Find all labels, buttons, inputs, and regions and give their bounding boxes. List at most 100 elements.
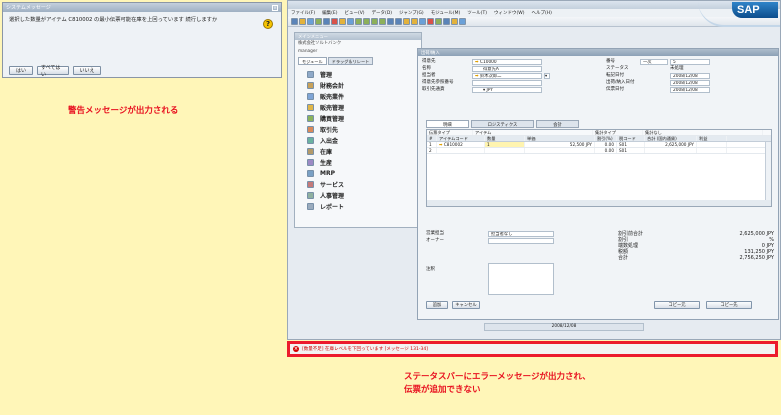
sap-logo: SAP	[732, 2, 778, 18]
module-list: 管理 財務会計 販売業件 販売管理 購買管理 取引先 入出金 在庫 生産 MRP…	[295, 66, 421, 215]
owner-field[interactable]	[488, 238, 554, 244]
link-arrow-icon: ➡	[475, 60, 479, 65]
copy-from-button[interactable]: コピー元	[654, 301, 700, 309]
tab-accounting[interactable]: 会計	[536, 120, 579, 128]
menu-item-tools[interactable]: ツール(T)	[467, 10, 487, 16]
menu-item-help[interactable]: ヘルプ(H)	[532, 10, 552, 16]
customer-field[interactable]: ➡ C10000	[472, 59, 542, 65]
tab-logistics[interactable]: ロジスティクス	[470, 120, 535, 128]
menu-item-goto[interactable]: ジャンプ(G)	[399, 10, 424, 16]
cancel-button[interactable]: キャンセル	[452, 301, 480, 309]
posting-date-field[interactable]: 2008/12/08	[670, 73, 710, 79]
table-row[interactable]: 2 0.00 S01	[427, 148, 771, 154]
last-record-icon[interactable]	[379, 18, 386, 25]
print-preview-icon[interactable]	[315, 18, 322, 25]
yes-button[interactable]: はい	[9, 66, 33, 75]
doc-number-field[interactable]: 5	[670, 59, 710, 65]
menu-item-view[interactable]: ビュー(V)	[344, 10, 364, 16]
horizontal-scrollbar[interactable]	[427, 200, 771, 206]
dialog-title: システムメッセージ	[6, 5, 51, 11]
module-reports[interactable]: レポート	[307, 201, 409, 212]
next-record-icon[interactable]	[371, 18, 378, 25]
sort-icon[interactable]	[395, 18, 402, 25]
add-icon[interactable]	[347, 18, 354, 25]
contact-dropdown-icon[interactable]: ▾	[544, 73, 550, 79]
error-callout-line1: ステータスバーにエラーメッセージが出力され、	[404, 371, 591, 381]
module-opportunities[interactable]: 販売業件	[307, 91, 409, 102]
find-icon[interactable]	[339, 18, 346, 25]
system-message-dialog: システムメッセージ × 選択した数量がアイテム C810002 の最小伝票可能在…	[2, 2, 282, 78]
module-banking[interactable]: 入出金	[307, 135, 409, 146]
module-service[interactable]: サービス	[307, 179, 409, 190]
module-sales[interactable]: 販売管理	[307, 102, 409, 113]
company-name: 株式会社ソルトバンク	[298, 41, 342, 46]
layout-icon[interactable]	[435, 18, 442, 25]
link-arrow-icon: ➡	[475, 74, 479, 79]
menu-item-edit[interactable]: 編集(E)	[322, 10, 337, 16]
module-purchasing[interactable]: 購買管理	[307, 113, 409, 124]
delivery-document-window: 出荷/納入 得意先 ➡ C10000 名称 得意先A 担当者 ➡ 鈴木次郎二 ▾…	[417, 48, 779, 320]
customer-label: 得意先	[422, 59, 436, 64]
module-production[interactable]: 生産	[307, 157, 409, 168]
no-button[interactable]: いいえ	[73, 66, 101, 75]
menu-item-window[interactable]: ウィンドウ(W)	[494, 10, 524, 16]
tab-contents[interactable]: 明細	[426, 120, 469, 128]
menu-item-data[interactable]: データ(D)	[372, 10, 392, 16]
administration-icon	[307, 71, 314, 78]
base-doc-icon[interactable]	[403, 18, 410, 25]
filter-icon[interactable]	[387, 18, 394, 25]
sales-rep-select[interactable]: 担当者なし	[488, 231, 554, 237]
help-icon[interactable]	[459, 18, 466, 25]
module-mrp[interactable]: MRP	[307, 168, 409, 179]
target-doc-icon[interactable]	[411, 18, 418, 25]
contact-label: 担当者	[422, 73, 436, 78]
remarks-textarea[interactable]	[488, 263, 554, 295]
remarks-label: 注釈	[426, 267, 435, 272]
name-field[interactable]: 得意先A	[472, 66, 542, 72]
module-inventory[interactable]: 在庫	[307, 146, 409, 157]
main-menu-panel: メインメニュー 株式会社ソルトバンク manager モジュール ドラッグ＆リレ…	[294, 32, 422, 228]
save-icon[interactable]	[307, 18, 314, 25]
quantity-cell[interactable]: 1	[485, 142, 525, 147]
close-icon[interactable]: ×	[272, 4, 278, 11]
posting-date-label: 転記日付	[606, 73, 624, 78]
module-business-partners[interactable]: 取引先	[307, 124, 409, 135]
document-date-field[interactable]: 2008/12/08	[670, 87, 710, 93]
menu-item-file[interactable]: ファイル(F)	[291, 10, 315, 16]
tab-drag-relate[interactable]: ドラッグ＆リレート	[327, 57, 374, 65]
item-type-select[interactable]: アイテム	[473, 130, 593, 135]
email-icon[interactable]	[331, 18, 338, 25]
production-icon	[307, 159, 314, 166]
delivery-date-field[interactable]: 2008/12/08	[670, 80, 710, 86]
module-administration[interactable]: 管理	[307, 69, 409, 80]
purchasing-icon	[307, 115, 314, 122]
first-record-icon[interactable]	[355, 18, 362, 25]
currency-field[interactable]: ▾ JPY	[472, 87, 542, 93]
contact-field[interactable]: ➡ 鈴木次郎二	[472, 73, 542, 79]
vertical-scrollbar[interactable]	[765, 142, 771, 200]
summary-type-label: 集計タイプ	[593, 130, 643, 135]
menu-item-modules[interactable]: モジュール(M)	[431, 10, 461, 16]
add-button[interactable]: 追加	[426, 301, 448, 309]
new-doc-icon[interactable]	[291, 18, 298, 25]
document-date-label: 伝票日付	[606, 87, 624, 92]
series-select[interactable]: 一次	[640, 59, 668, 65]
gross-profit-icon[interactable]	[419, 18, 426, 25]
tab-modules[interactable]: モジュール	[298, 57, 327, 65]
totals-panel: 割引前合計 2,625,000 JPY 割引% 端数処理 0 JPY 税額 131,2…	[618, 231, 774, 261]
alert-icon[interactable]	[451, 18, 458, 25]
module-financials[interactable]: 財務会計	[307, 80, 409, 91]
human-resources-icon	[307, 192, 314, 199]
settings-icon[interactable]	[443, 18, 450, 25]
print-icon[interactable]	[323, 18, 330, 25]
customer-ref-field[interactable]	[472, 80, 542, 86]
payment-icon[interactable]	[427, 18, 434, 25]
currency-label: 取引先通貨	[422, 87, 445, 92]
copy-to-button[interactable]: コピー先	[706, 301, 752, 309]
col-number: #	[427, 136, 437, 141]
module-human-resources[interactable]: 人事管理	[307, 190, 409, 201]
previous-record-icon[interactable]	[363, 18, 370, 25]
yes-to-all-button[interactable]: すべてはい	[37, 65, 69, 78]
open-icon[interactable]	[299, 18, 306, 25]
summary-type-select[interactable]: 集計なし	[643, 130, 763, 135]
